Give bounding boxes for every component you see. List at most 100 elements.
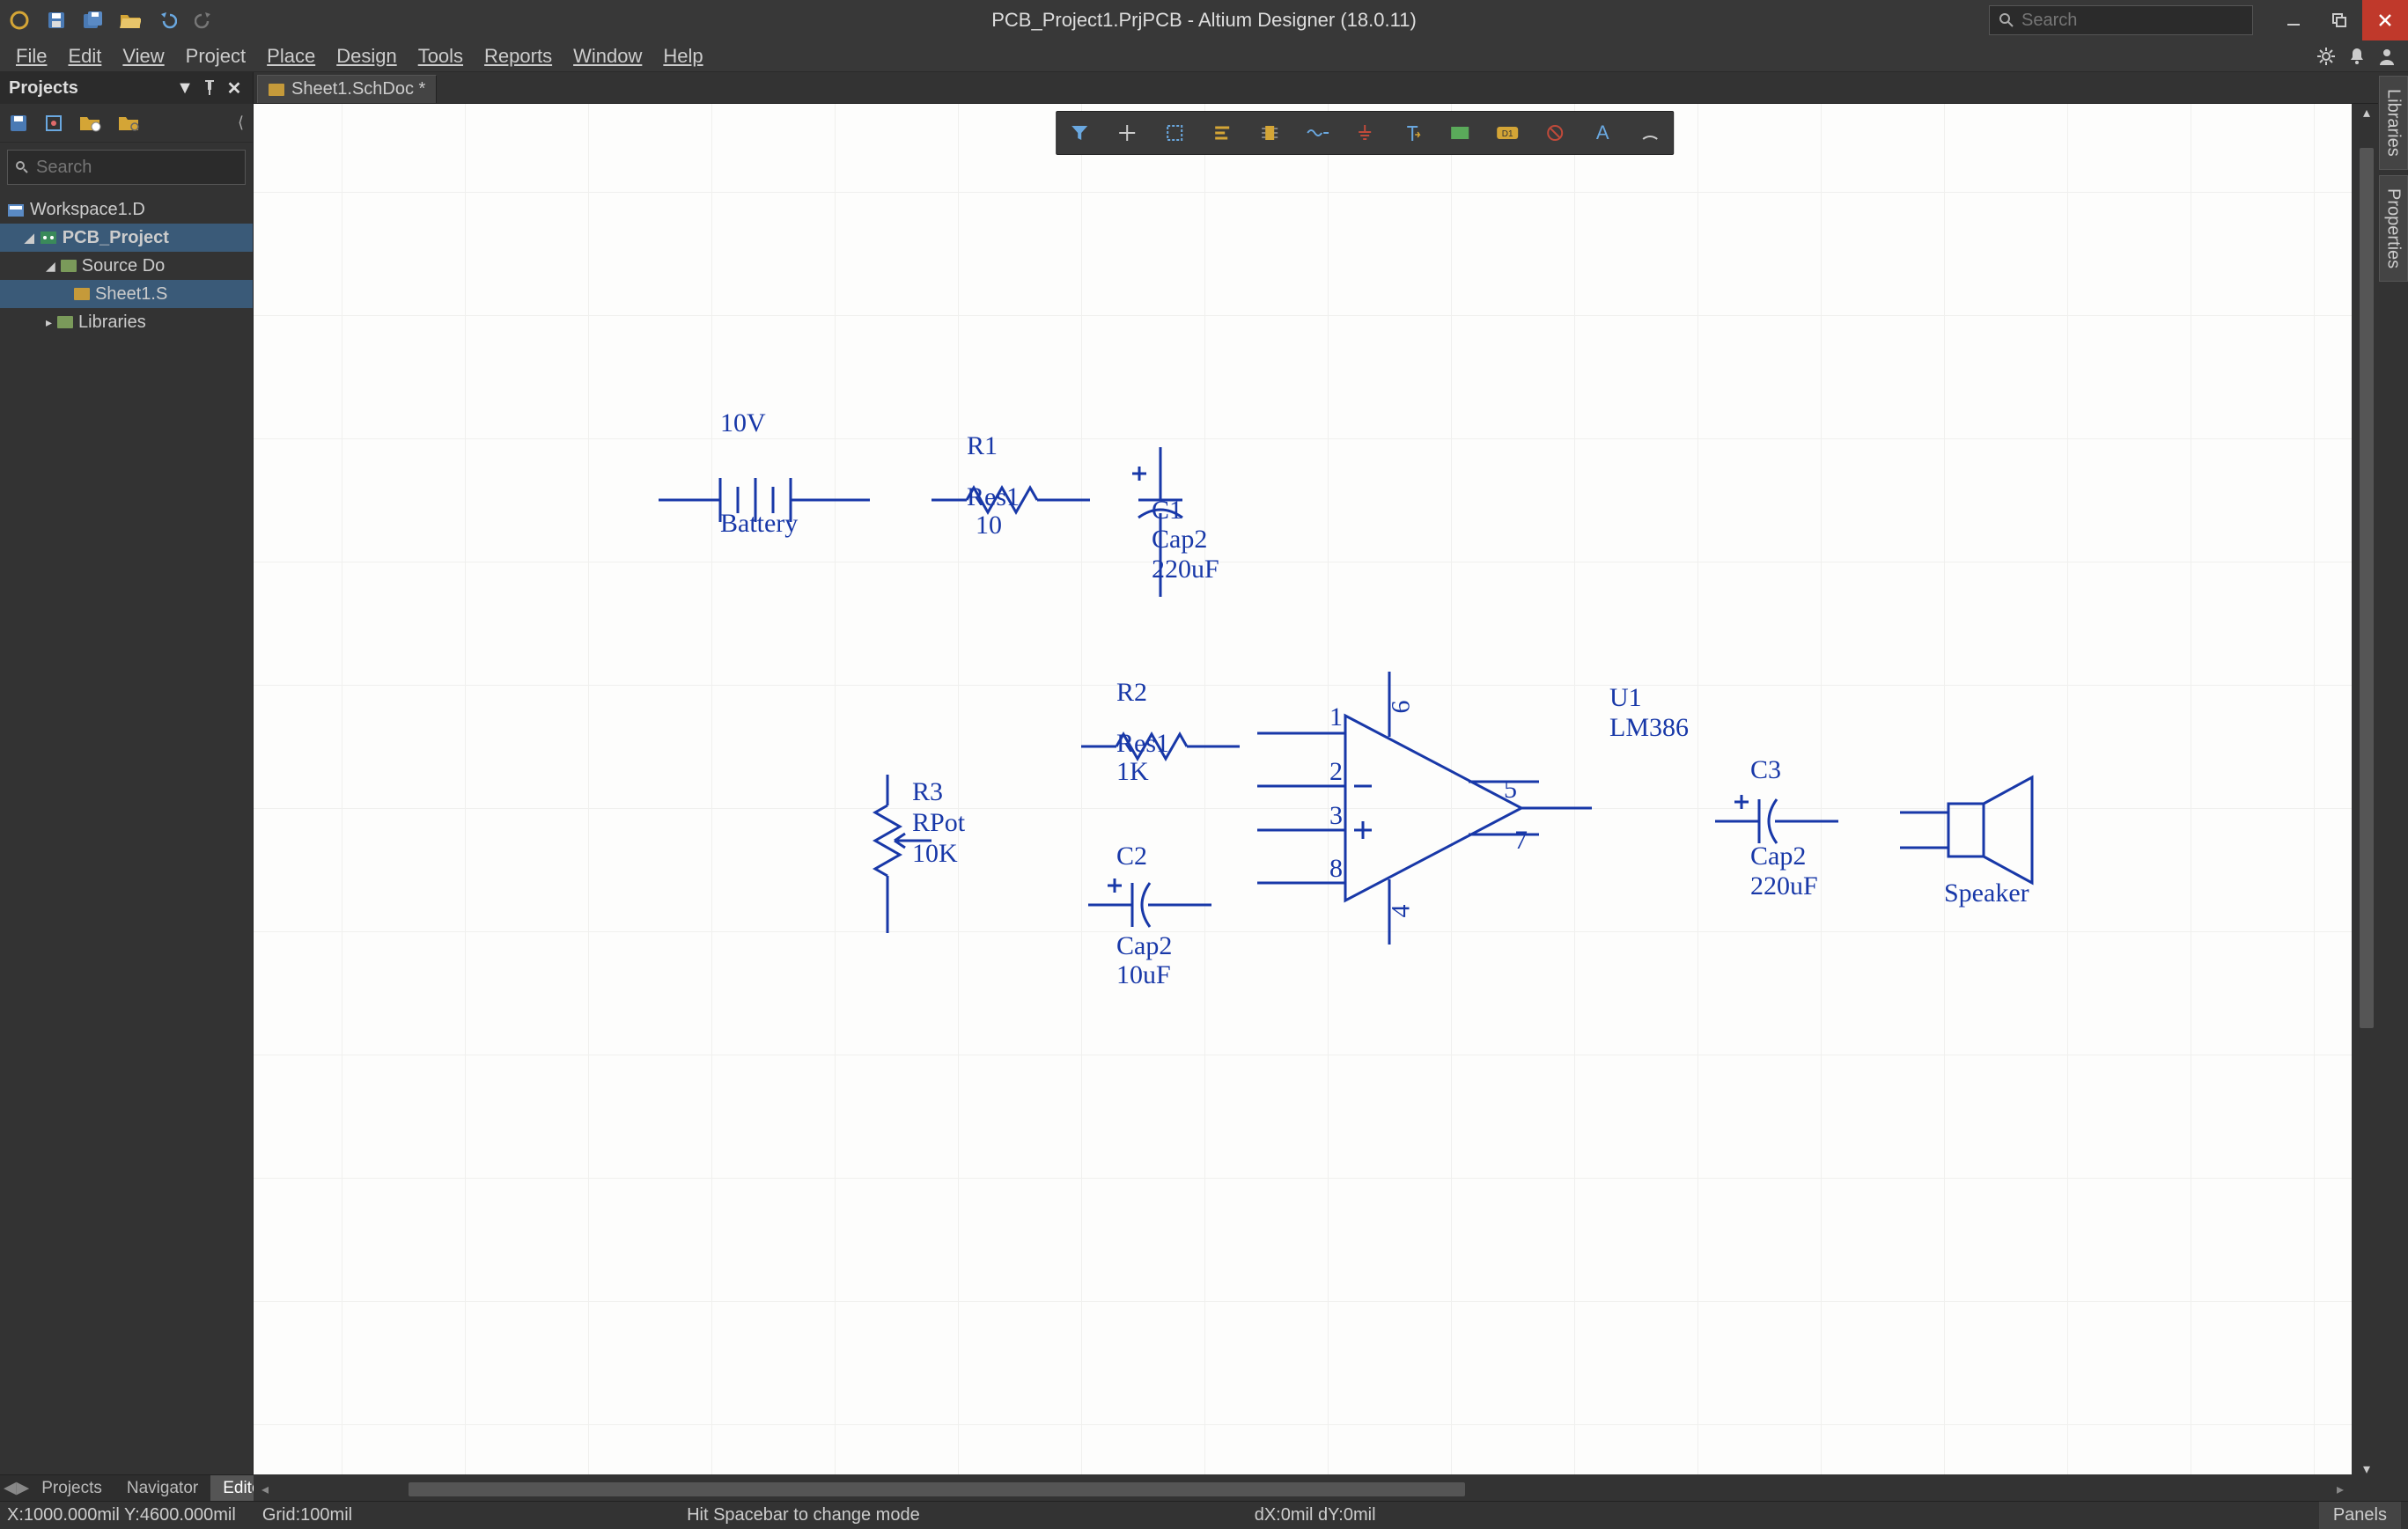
bottom-tab-projects[interactable]: Projects (29, 1475, 114, 1502)
c2-symbol[interactable] (1088, 870, 1211, 940)
folder-gear-icon[interactable] (118, 114, 141, 132)
tree-libraries[interactable]: ▸ Libraries (0, 308, 253, 336)
global-search[interactable] (1989, 5, 2253, 35)
menu-project[interactable]: Project (175, 40, 256, 73)
menu-help[interactable]: Help (652, 40, 713, 73)
compile-icon[interactable] (44, 114, 63, 133)
open-icon[interactable] (116, 6, 144, 34)
project-tree: Workspace1.D ◢ PCB_Project ◢ Source Do (0, 192, 253, 340)
bell-icon[interactable] (2348, 47, 2366, 66)
menu-view[interactable]: View (112, 40, 174, 73)
user-icon[interactable] (2378, 47, 2396, 66)
menu-design[interactable]: Design (326, 40, 407, 73)
expand-icon[interactable]: ◢ (46, 259, 55, 274)
u1-name[interactable]: LM386 (1609, 713, 1689, 743)
tree-workspace[interactable]: Workspace1.D (0, 195, 253, 224)
redo-icon[interactable] (190, 6, 218, 34)
schdoc-icon (74, 288, 90, 300)
tab-prev-icon[interactable]: ◀ (4, 1478, 17, 1498)
search-icon (1999, 12, 2014, 28)
minimize-button[interactable] (2271, 0, 2316, 40)
hscroll-thumb[interactable] (409, 1482, 1465, 1496)
r1-designator[interactable]: R1 (967, 431, 998, 461)
tree-project[interactable]: ◢ PCB_Project (0, 224, 253, 252)
r2-value[interactable]: 1K (1116, 757, 1149, 787)
horizontal-scrollbar[interactable]: ◂ ▸ (254, 1478, 2352, 1501)
r1-value[interactable]: 10 (976, 511, 1002, 540)
folder-icon (57, 316, 73, 328)
document-tab[interactable]: Sheet1.SchDoc * (257, 75, 437, 103)
r2-name[interactable]: Res1 (1116, 729, 1169, 759)
close-button[interactable] (2362, 0, 2408, 40)
panel-close-icon[interactable]: ✕ (225, 78, 244, 98)
tree-sheet[interactable]: Sheet1.S (0, 280, 253, 308)
scroll-down-icon[interactable]: ▾ (2363, 1460, 2370, 1478)
altium-logo-icon (5, 6, 33, 34)
r2-designator[interactable]: R2 (1116, 678, 1147, 708)
c1-name[interactable]: Cap2 (1152, 525, 1207, 555)
expand-icon[interactable]: ◢ (25, 231, 34, 246)
c2-designator[interactable]: C2 (1116, 842, 1147, 871)
folder-time-icon[interactable] (79, 114, 102, 132)
c1-designator[interactable]: C1 (1152, 496, 1182, 526)
save-project-icon[interactable] (9, 114, 28, 133)
c1-value[interactable]: 220uF (1152, 555, 1219, 584)
global-search-input[interactable] (2021, 11, 2243, 31)
projects-panel: Projects ▼ ✕ ⟨ (0, 72, 254, 1501)
tab-next-icon[interactable]: ▶ (17, 1478, 30, 1498)
titlebar: PCB_Project1.PrjPCB - Altium Designer (1… (0, 0, 2408, 40)
battery-designator[interactable]: 10V (720, 408, 766, 438)
editor-area: Sheet1.SchDoc * (254, 72, 2378, 1501)
save-all-icon[interactable] (79, 6, 107, 34)
u1-pin-1: 1 (1329, 702, 1343, 732)
bottom-tab-navigator[interactable]: Navigator (114, 1475, 210, 1502)
battery-name[interactable]: Battery (720, 509, 798, 539)
maximize-button[interactable] (2316, 0, 2362, 40)
scroll-right-icon[interactable]: ▸ (2329, 1478, 2352, 1501)
scroll-left-icon[interactable]: ◂ (254, 1478, 276, 1501)
menu-tools[interactable]: Tools (408, 40, 474, 73)
document-tab-label: Sheet1.SchDoc * (291, 79, 425, 99)
panel-pin-icon[interactable] (200, 78, 219, 98)
sidetab-libraries[interactable]: Libraries (2379, 76, 2408, 170)
c3-designator[interactable]: C3 (1750, 755, 1781, 785)
panel-dropdown-icon[interactable]: ▼ (175, 78, 195, 98)
quick-access-toolbar (0, 6, 218, 34)
gear-icon[interactable] (2316, 47, 2336, 66)
speaker-symbol[interactable] (1900, 773, 2076, 887)
vertical-scrollbar[interactable]: ▴ ▾ (2355, 104, 2378, 1478)
c3-name[interactable]: Cap2 (1750, 842, 1806, 871)
projects-search[interactable] (7, 150, 246, 185)
projects-search-wrap (0, 143, 253, 192)
u1-pin-6: 6 (1387, 701, 1417, 714)
expand-icon[interactable]: ▸ (46, 315, 52, 330)
schematic-canvas[interactable]: D1 A (254, 104, 2352, 1474)
scroll-up-icon[interactable]: ▴ (2363, 104, 2370, 121)
r3-value[interactable]: 10K (912, 839, 958, 869)
menu-edit[interactable]: Edit (57, 40, 112, 73)
main-area: Projects ▼ ✕ ⟨ (0, 72, 2408, 1501)
menu-file[interactable]: File (5, 40, 57, 73)
c2-value[interactable]: 10uF (1116, 960, 1171, 990)
menu-place[interactable]: Place (256, 40, 326, 73)
panel-collapse-icon[interactable]: ⟨ (238, 114, 244, 132)
document-tabbar: Sheet1.SchDoc * (254, 72, 2378, 104)
r3-name[interactable]: RPot (912, 808, 965, 838)
r3-designator[interactable]: R3 (912, 777, 943, 807)
vscroll-thumb[interactable] (2360, 148, 2374, 1028)
pcb-project-icon (40, 230, 57, 246)
save-icon[interactable] (42, 6, 70, 34)
c2-name[interactable]: Cap2 (1116, 931, 1172, 961)
tree-source-documents[interactable]: ◢ Source Do (0, 252, 253, 280)
menu-reports[interactable]: Reports (474, 40, 563, 73)
menu-window[interactable]: Window (563, 40, 652, 73)
status-panels-button[interactable]: Panels (2319, 1502, 2401, 1529)
projects-panel-title: Projects (9, 78, 78, 99)
u1-designator[interactable]: U1 (1609, 683, 1642, 713)
undo-icon[interactable] (153, 6, 181, 34)
r1-name[interactable]: Res1 (967, 482, 1020, 512)
speaker-name[interactable]: Speaker (1944, 878, 2029, 908)
sidetab-properties[interactable]: Properties (2379, 175, 2408, 282)
c3-value[interactable]: 220uF (1750, 871, 1818, 901)
projects-search-input[interactable] (36, 158, 238, 178)
